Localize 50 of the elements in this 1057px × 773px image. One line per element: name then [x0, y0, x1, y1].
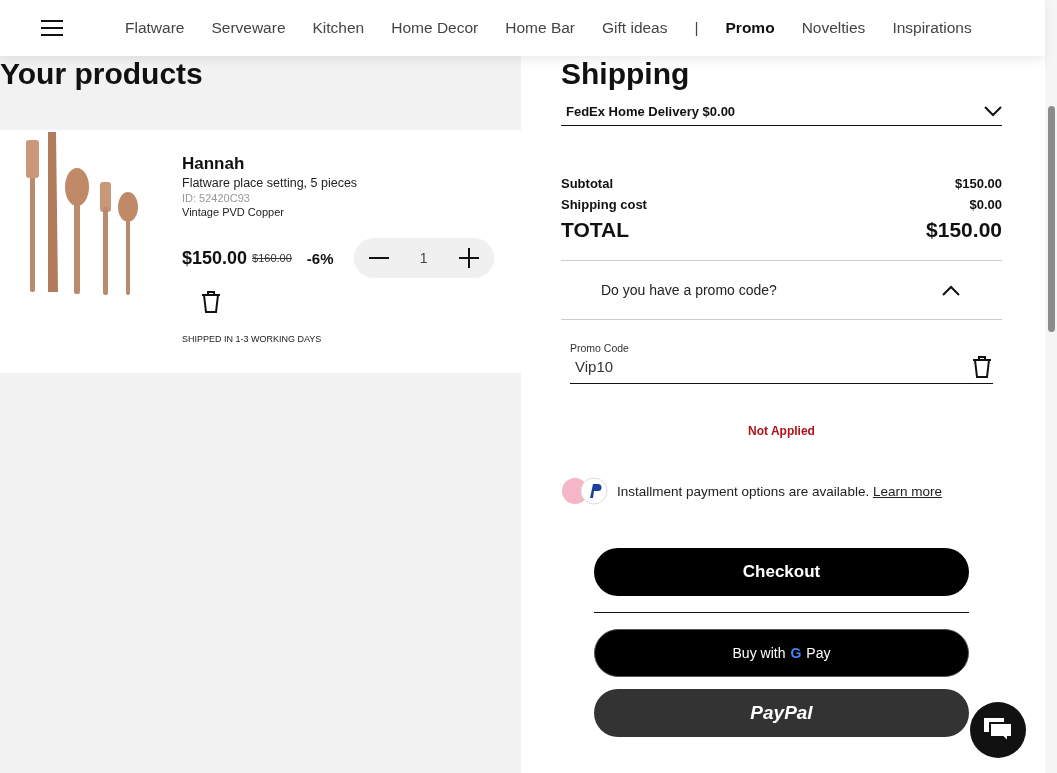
nav-link[interactable]: Kitchen [312, 19, 365, 37]
installment-text: Installment payment options are available. Learn more [617, 483, 942, 499]
section-heading: Shipping [561, 56, 691, 92]
promo-status: Not Applied [747, 424, 816, 438]
product-id: ID: 52420C93 [182, 192, 251, 204]
shipping-note: SHIPPED IN 1-3 WORKING DAYS [182, 334, 323, 344]
total-value: $0.00 [969, 197, 1002, 212]
nav-link[interactable]: Home Decor [391, 19, 479, 37]
promo-code-input[interactable]: Vip10 [570, 354, 870, 379]
payment-logos-icon [561, 476, 609, 506]
plus-button[interactable] [457, 247, 480, 269]
delete-button[interactable] [200, 290, 222, 314]
learn-more-link[interactable]: Learn more [872, 483, 942, 499]
product-description: Flatware place setting, 5 pieces [182, 176, 359, 190]
total-label: Subtotal [561, 176, 613, 191]
paypal-button[interactable]: PayPal [594, 689, 969, 737]
google-pay-button[interactable]: Buy with G Pay [594, 629, 969, 677]
total-value: $150.00 [926, 218, 1002, 242]
scrollbar[interactable] [1045, 0, 1057, 773]
clear-button[interactable] [971, 354, 993, 379]
quantity-value: 1 [419, 250, 428, 266]
chevron-icon [942, 284, 960, 296]
total-label: Shipping cost [561, 197, 647, 212]
nav-link[interactable]: Gift ideas [602, 19, 668, 37]
nav-link[interactable]: Promo [725, 19, 775, 37]
nav-separator: | [694, 19, 699, 37]
trash-icon [200, 290, 222, 314]
nav-link[interactable]: Home Bar [505, 19, 575, 37]
plus-icon [457, 247, 480, 269]
nav-link[interactable]: Inspirations [892, 19, 972, 37]
field-label: Promo Code [570, 342, 630, 354]
chevron-down-icon [984, 106, 1002, 117]
nav-link[interactable]: Serveware [211, 19, 286, 37]
nav-link[interactable]: Flatware [125, 19, 185, 37]
old-price: $160.00 [252, 252, 292, 264]
checkout-button[interactable]: Checkout [594, 548, 969, 596]
discount: -6% [306, 249, 334, 267]
shipping-select[interactable]: FedEx Home Delivery $0.00 [561, 104, 1002, 126]
menu-button[interactable] [41, 20, 63, 36]
trash-icon [971, 354, 993, 379]
minus-button[interactable] [367, 257, 390, 259]
total-label: TOTAL [561, 218, 630, 242]
nav-link[interactable]: Novelties [801, 19, 866, 37]
minus-icon [367, 257, 390, 259]
product-name: Hannah [182, 154, 246, 174]
product-finish: Vintage PVD Copper [182, 206, 285, 218]
section-heading: Your products [0, 56, 204, 92]
promo-toggle[interactable]: Do you have a promo code? [561, 261, 1002, 320]
total-value: $150.00 [955, 176, 1002, 191]
product-price: $150.00 [182, 247, 248, 269]
